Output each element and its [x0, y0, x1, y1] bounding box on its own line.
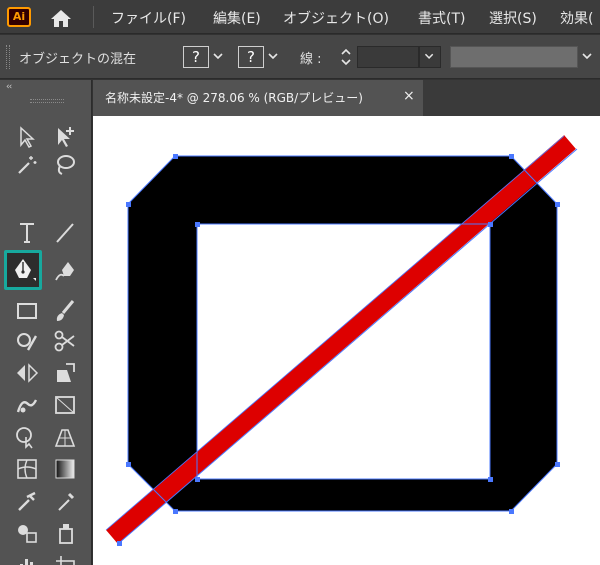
artboard-icon — [56, 556, 75, 565]
symbol-sprayer-icon — [59, 524, 73, 544]
menu-effect[interactable]: 効果( — [560, 8, 593, 28]
artboard-tool[interactable] — [52, 552, 78, 565]
line-segment-tool[interactable] — [52, 220, 78, 246]
home-icon[interactable] — [50, 8, 72, 28]
app-logo[interactable]: Ai — [7, 7, 31, 27]
paintbrush-tool[interactable] — [52, 298, 78, 324]
symbol-sprayer-tool[interactable] — [52, 520, 78, 546]
tools-panel: ‹‹ — [0, 80, 92, 565]
mixed-objects-label: オブジェクトの混在 — [19, 52, 137, 67]
anchor-point — [195, 222, 200, 227]
scissors-tool[interactable] — [52, 328, 78, 354]
stroke-weight-stepper-icon[interactable] — [337, 45, 355, 69]
stroke-weight-input[interactable] — [357, 46, 419, 68]
paintbrush-icon — [56, 300, 75, 321]
anchor-point — [117, 541, 122, 546]
selection-tool[interactable] — [14, 124, 40, 150]
menu-divider — [93, 6, 94, 28]
shape-builder-tool[interactable] — [14, 424, 40, 450]
rectangle-tool[interactable] — [14, 298, 40, 324]
selection-arrow-icon — [20, 126, 35, 148]
anchor-point — [173, 154, 178, 159]
curvature-pen-icon — [55, 262, 74, 281]
stroke-weight-label: 線 : — [300, 52, 322, 67]
chevron-down-icon — [424, 53, 434, 59]
direct-selection-tool[interactable] — [52, 124, 78, 150]
perspective-grid-tool[interactable] — [52, 424, 78, 450]
measure-tool[interactable] — [52, 488, 78, 514]
magic-wand-tool[interactable] — [14, 152, 40, 178]
magic-wand-icon — [18, 156, 37, 174]
eyedropper-icon — [18, 491, 36, 511]
stroke-weight-dropdown[interactable] — [419, 46, 441, 68]
anchor-point — [173, 509, 178, 514]
fill-dropdown-chevron-icon[interactable] — [211, 49, 225, 63]
profile-dropdown-chevron-icon[interactable] — [580, 49, 594, 63]
control-bar-grip[interactable] — [6, 45, 10, 69]
gradient-tool[interactable] — [52, 456, 78, 482]
free-transform-tool[interactable] — [52, 360, 78, 386]
menu-file[interactable]: ファイル(F) — [111, 8, 186, 28]
mesh-icon — [17, 459, 37, 479]
pen-icon — [15, 259, 36, 281]
anchor-point — [555, 462, 560, 467]
lasso-icon — [57, 155, 75, 175]
gradient-icon — [55, 459, 75, 479]
puppet-warp-tool[interactable] — [14, 392, 40, 418]
perspective-grid-icon — [55, 396, 75, 414]
fill-swatch[interactable]: ? — [183, 46, 209, 68]
blend-tool[interactable] — [14, 520, 40, 546]
artboard-canvas[interactable] — [93, 116, 600, 565]
collapse-panel-button[interactable]: ‹‹ — [6, 82, 12, 92]
pen-tool[interactable] — [10, 256, 36, 282]
reflect-icon — [17, 363, 39, 383]
document-tab-bar: 名称未設定-4* @ 278.06 % (RGB/プレビュー) × — [93, 80, 600, 116]
anchor-point — [555, 202, 560, 207]
curvature-tool[interactable] — [52, 258, 78, 284]
scissors-icon — [54, 330, 75, 352]
menu-select[interactable]: 選択(S) — [489, 8, 537, 28]
document-title: 名称未設定-4* @ 278.06 % (RGB/プレビュー) — [105, 91, 363, 105]
menu-object[interactable]: オブジェクト(O) — [283, 8, 389, 28]
free-transform-icon — [57, 363, 75, 382]
anchor-point — [509, 509, 514, 514]
variable-width-profile-field[interactable] — [450, 46, 578, 68]
mesh-tool[interactable] — [14, 456, 40, 482]
type-tool[interactable] — [14, 220, 40, 246]
shaper-tool[interactable] — [14, 328, 40, 354]
perspective-distort-tool[interactable] — [52, 392, 78, 418]
column-graph-icon — [20, 559, 33, 565]
lasso-tool[interactable] — [52, 152, 78, 178]
menu-edit[interactable]: 編集(E) — [213, 8, 261, 28]
anchor-point — [126, 462, 131, 467]
tools-panel-grip[interactable] — [30, 99, 64, 103]
menu-type[interactable]: 書式(T) — [418, 8, 465, 28]
perspective-floor-icon — [54, 429, 76, 447]
direct-selection-arrow-icon — [58, 127, 74, 147]
reflect-tool[interactable] — [14, 360, 40, 386]
anchor-point — [488, 477, 493, 482]
shape-builder-icon — [16, 427, 33, 449]
artwork — [105, 135, 578, 546]
rectangle-icon — [17, 303, 37, 319]
column-graph-tool[interactable] — [14, 552, 40, 565]
stroke-dropdown-chevron-icon[interactable] — [266, 49, 280, 63]
menu-bar: Ai ファイル(F) 編集(E) オブジェクト(O) 書式(T) 選択(S) 効… — [0, 0, 600, 34]
document-tab[interactable]: 名称未設定-4* @ 278.06 % (RGB/プレビュー) × — [93, 80, 423, 116]
anchor-point — [509, 154, 514, 159]
anchor-point — [126, 202, 131, 207]
anchor-point — [195, 477, 200, 482]
puppet-warp-icon — [16, 399, 38, 413]
line-segment-icon — [56, 223, 74, 243]
blend-icon — [18, 525, 37, 543]
close-tab-button[interactable]: × — [403, 88, 415, 104]
measure-dropper-icon — [58, 492, 75, 511]
type-t-icon — [20, 223, 34, 243]
eyedropper-tool[interactable] — [14, 488, 40, 514]
control-bar: オブジェクトの混在 ? ? 線 : — [0, 35, 600, 79]
shaper-icon — [17, 333, 38, 351]
stroke-swatch[interactable]: ? — [238, 46, 264, 68]
anchor-point — [488, 222, 493, 227]
